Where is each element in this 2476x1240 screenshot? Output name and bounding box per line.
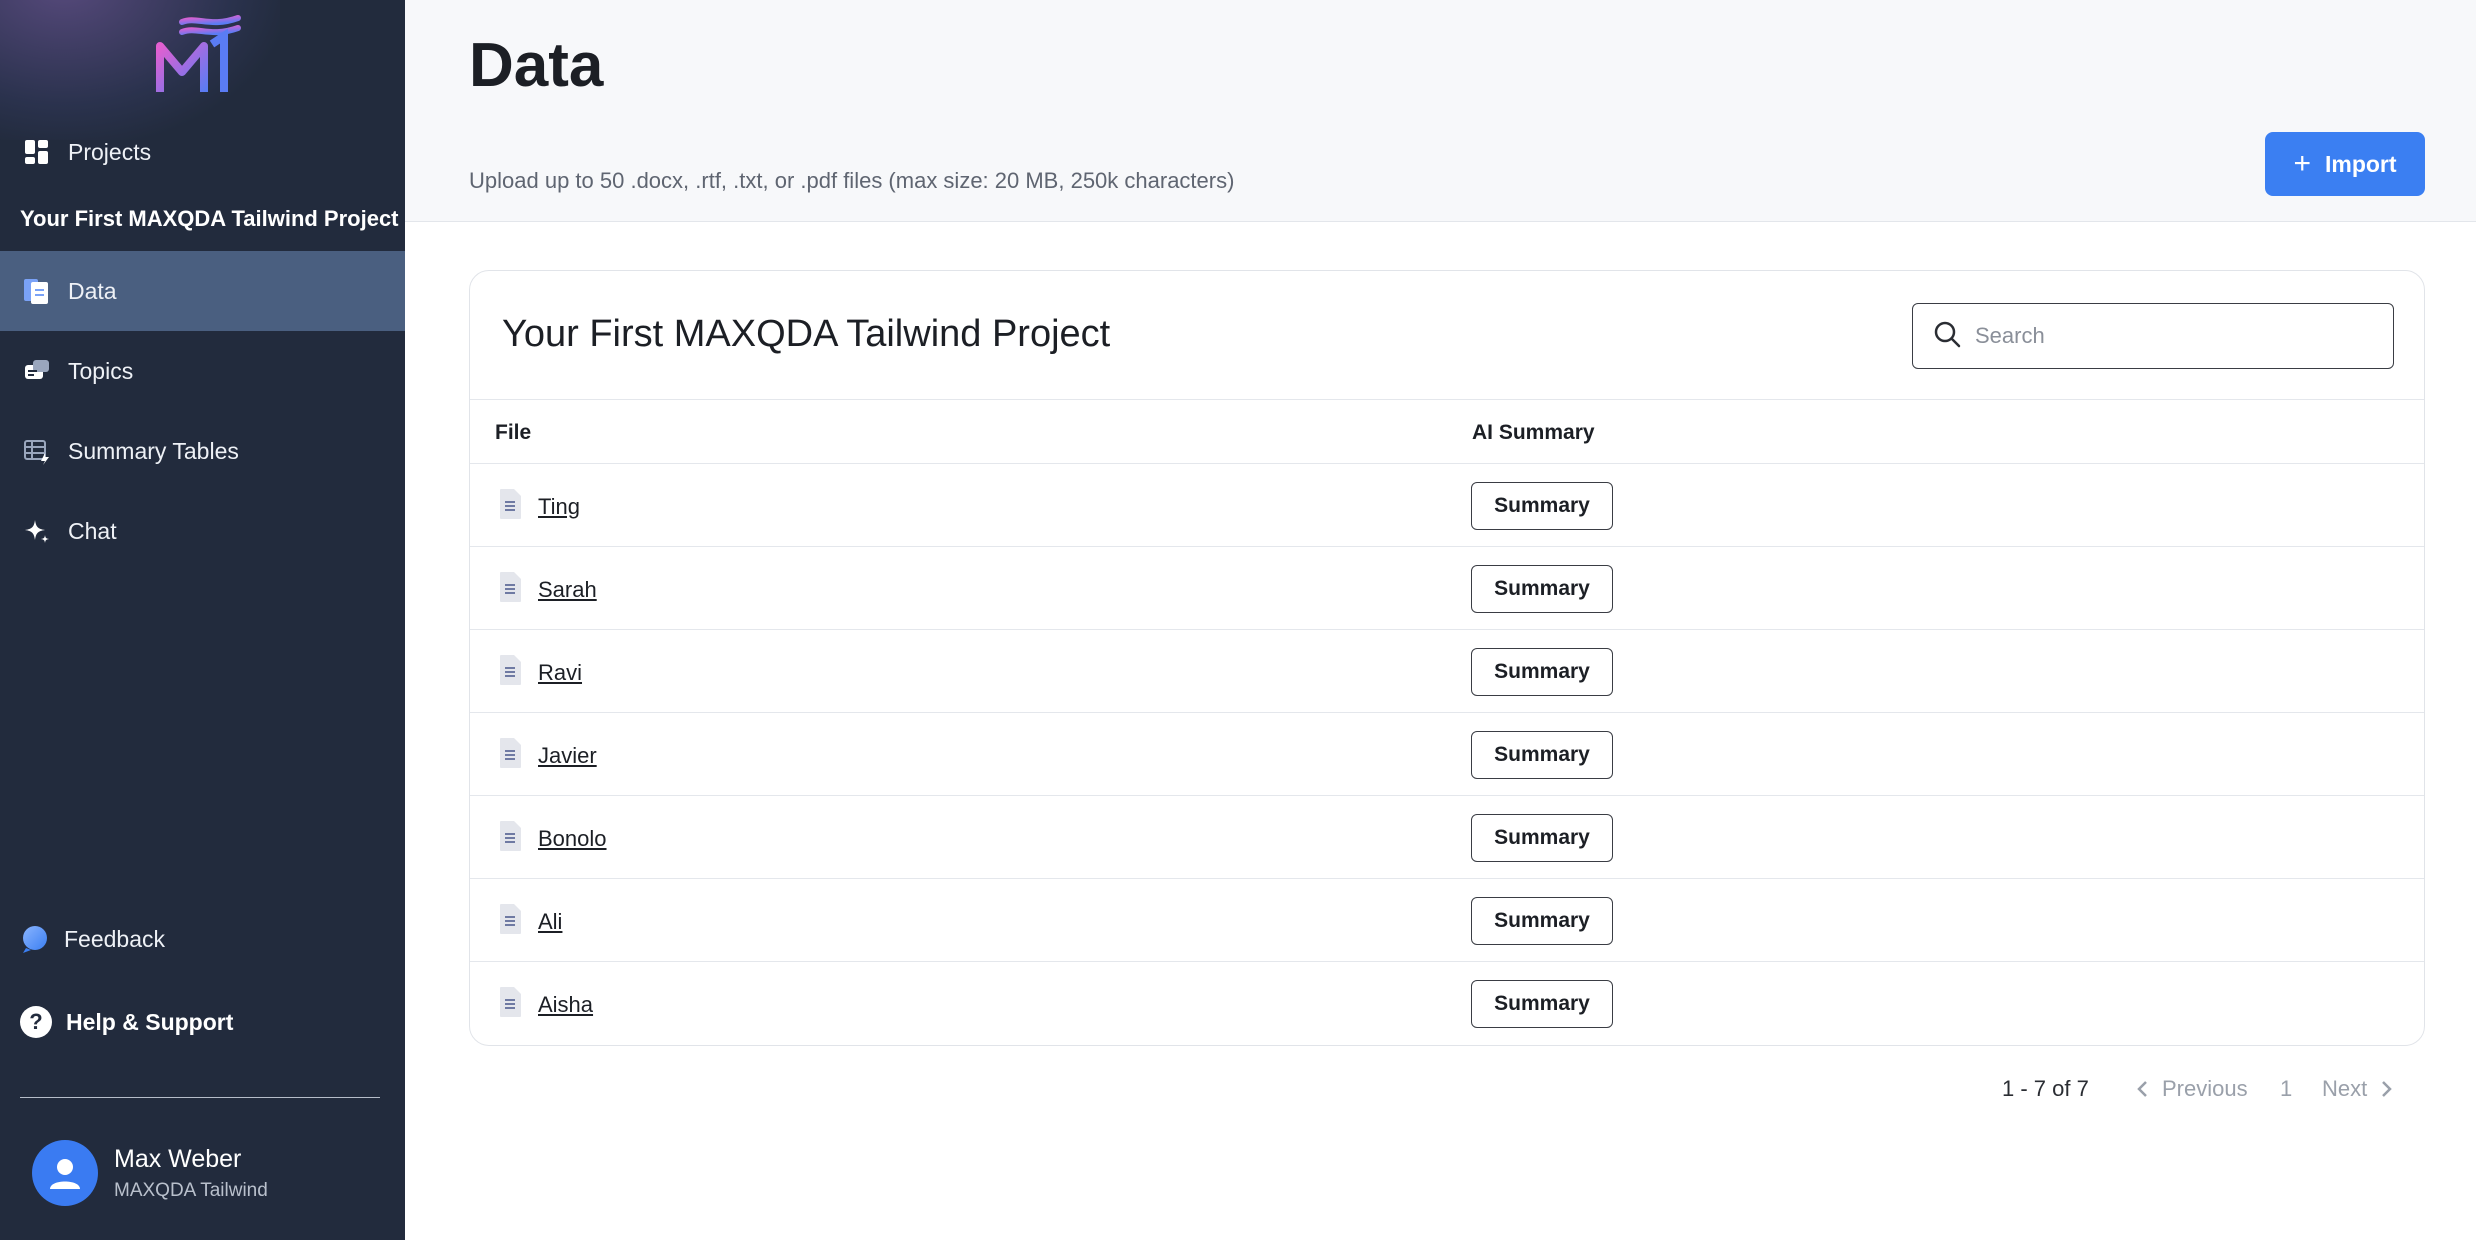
upload-note: Upload up to 50 .docx, .rtf, .txt, or .p… <box>469 168 1235 193</box>
sidebar-item-summary-tables[interactable]: Summary Tables <box>0 411 405 491</box>
file-icon <box>498 654 522 691</box>
grid-icon <box>22 137 52 167</box>
sidebar-item-label: Topics <box>68 357 134 384</box>
current-project-name: Your First MAXQDA Tailwind Project <box>20 206 399 231</box>
file-icon <box>498 820 522 857</box>
next-page-button[interactable]: Next <box>2322 1076 2393 1102</box>
sidebar-divider <box>20 1097 380 1098</box>
sidebar-item-label: Projects <box>68 138 152 165</box>
help-icon: ? <box>20 1006 52 1038</box>
sidebar: Projects Your First MAXQDA Tailwind Proj… <box>0 0 405 1240</box>
user-icon <box>50 1159 80 1189</box>
file-link[interactable]: Aisha <box>538 992 593 1018</box>
feedback-icon <box>20 924 50 954</box>
file-link[interactable]: Ali <box>538 909 562 935</box>
table-row: Sarah Summary <box>470 547 2424 630</box>
column-header-ai-summary: AI Summary <box>1472 421 1595 444</box>
sidebar-item-topics[interactable]: Topics <box>0 331 405 411</box>
page-number[interactable]: 1 <box>2280 1076 2292 1102</box>
user-organization: MAXQDA Tailwind <box>114 1179 268 1201</box>
file-link[interactable]: Javier <box>538 743 597 769</box>
chevron-right-icon <box>2382 1081 2393 1097</box>
summary-button[interactable]: Summary <box>1471 565 1613 613</box>
file-icon <box>498 986 522 1023</box>
sidebar-item-chat[interactable]: Chat <box>0 491 405 571</box>
file-icon <box>498 737 522 774</box>
import-button[interactable]: + Import <box>2265 132 2425 196</box>
file-link[interactable]: Bonolo <box>538 826 607 852</box>
previous-page-button[interactable]: Previous <box>2136 1076 2248 1102</box>
search-box[interactable] <box>1912 303 2394 369</box>
file-link[interactable]: Ting <box>538 494 580 520</box>
summary-button[interactable]: Summary <box>1471 482 1613 530</box>
summary-button[interactable]: Summary <box>1471 731 1613 779</box>
table-row: Ravi Summary <box>470 630 2424 713</box>
file-link[interactable]: Sarah <box>538 577 597 603</box>
next-label: Next <box>2322 1076 2368 1101</box>
help-label: Help & Support <box>66 1008 234 1035</box>
file-icon <box>498 571 522 608</box>
user-profile[interactable]: Max Weber MAXQDA Tailwind <box>32 1140 268 1206</box>
main-header: Data Upload up to 50 .docx, .rtf, .txt, … <box>405 0 2476 222</box>
file-link[interactable]: Ravi <box>538 660 582 686</box>
sidebar-item-projects[interactable]: Projects <box>0 112 405 192</box>
search-input[interactable] <box>1975 323 2355 349</box>
feedback-link[interactable]: Feedback <box>20 924 165 954</box>
import-label: Import <box>2324 150 2397 177</box>
sidebar-item-data[interactable]: Data <box>0 251 405 331</box>
table-row: Ali Summary <box>470 879 2424 962</box>
table-row: Bonolo Summary <box>470 796 2424 879</box>
chevron-left-icon <box>2137 1081 2147 1097</box>
file-icon <box>498 488 522 525</box>
sidebar-item-label: Summary Tables <box>68 437 239 464</box>
maxqda-logo[interactable] <box>152 14 242 96</box>
sidebar-item-label: Chat <box>68 517 117 544</box>
avatar <box>32 1140 98 1206</box>
page-title: Data <box>469 31 604 100</box>
summary-button[interactable]: Summary <box>1471 648 1613 696</box>
sidebar-item-label: Data <box>68 277 117 304</box>
summary-button[interactable]: Summary <box>1471 814 1613 862</box>
summary-table-icon <box>22 436 52 466</box>
user-name: Max Weber <box>114 1144 242 1173</box>
file-icon <box>498 903 522 940</box>
previous-label: Previous <box>2162 1076 2248 1101</box>
feedback-label: Feedback <box>64 925 166 952</box>
pagination-range: 1 - 7 of 7 <box>2002 1076 2089 1101</box>
table-row: Javier Summary <box>470 713 2424 796</box>
document-icon <box>22 276 52 306</box>
search-icon <box>1933 320 1961 353</box>
topics-icon <box>22 356 52 386</box>
plus-icon: + <box>2293 147 2311 180</box>
column-header-file: File <box>495 421 532 444</box>
files-card: Your First MAXQDA Tailwind Project File … <box>469 270 2425 1046</box>
card-title: Your First MAXQDA Tailwind Project <box>502 313 1111 355</box>
table-row: Aisha Summary <box>470 962 2424 1045</box>
summary-button[interactable]: Summary <box>1471 980 1613 1028</box>
help-support-link[interactable]: ? Help & Support <box>20 1006 233 1038</box>
table-row: Ting Summary <box>470 464 2424 547</box>
summary-button[interactable]: Summary <box>1471 897 1613 945</box>
table-header: File AI Summary <box>470 399 2424 464</box>
sparkle-icon <box>22 516 52 546</box>
